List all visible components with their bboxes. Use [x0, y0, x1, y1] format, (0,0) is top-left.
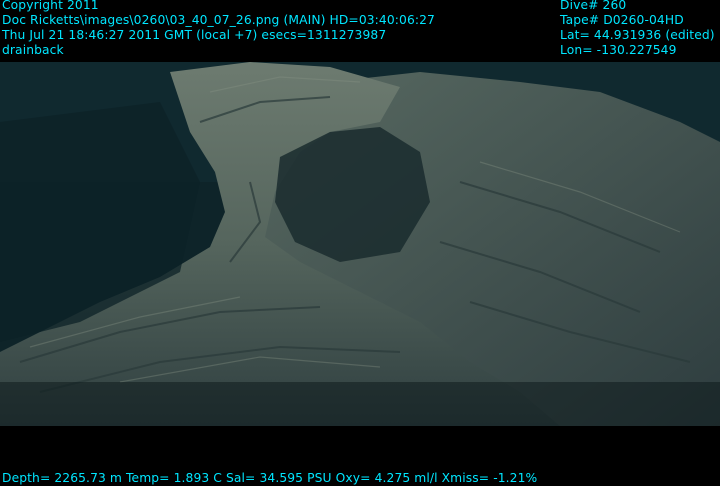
seafloor-rock-illustration: [0, 62, 720, 426]
overlay-tape-number: Tape# D0260-04HD: [560, 13, 684, 27]
overlay-longitude: Lon= -130.227549: [560, 43, 677, 57]
overlay-sensor-readout: Depth= 2265.73 m Temp= 1.893 C Sal= 34.5…: [2, 471, 538, 485]
overlay-annotation: drainback: [2, 43, 64, 57]
overlay-copyright: Copyright 2011: [2, 0, 99, 12]
overlay-dive-number: Dive# 260: [560, 0, 627, 12]
video-frame: Copyright 2011 Doc Ricketts\images\0260\…: [0, 0, 720, 486]
seafloor-photo: [0, 62, 720, 426]
overlay-image-path: Doc Ricketts\images\0260\03_40_07_26.png…: [2, 13, 435, 27]
overlay-latitude: Lat= 44.931936 (edited): [560, 28, 715, 42]
overlay-timestamp: Thu Jul 21 18:46:27 2011 GMT (local +7) …: [2, 28, 387, 42]
